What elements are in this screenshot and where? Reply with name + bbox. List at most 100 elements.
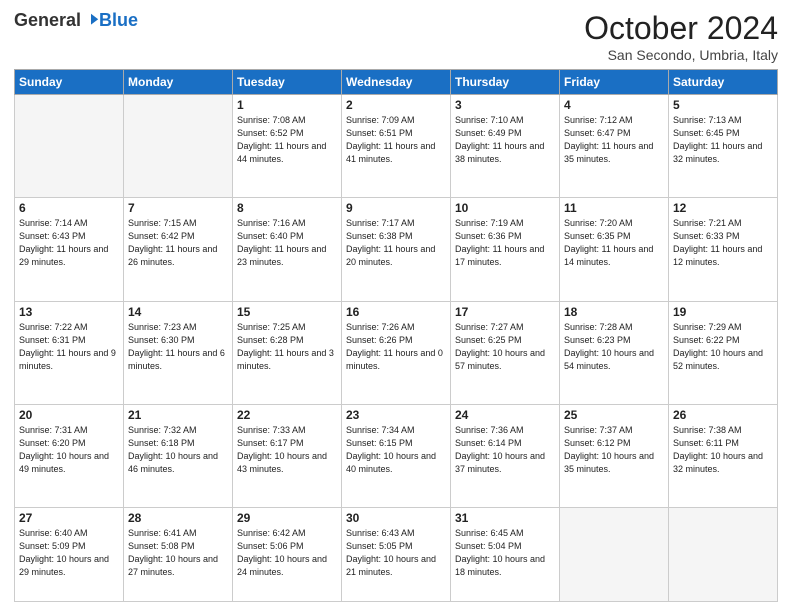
day-number: 25 [564,408,664,422]
day-info: Sunrise: 7:09 AM Sunset: 6:51 PM Dayligh… [346,114,446,166]
day-number: 20 [19,408,119,422]
day-info: Sunrise: 7:36 AM Sunset: 6:14 PM Dayligh… [455,424,555,476]
calendar-cell: 30 Sunrise: 6:43 AM Sunset: 5:05 PM Dayli… [342,508,451,602]
header-thursday: Thursday [451,70,560,95]
day-number: 11 [564,201,664,215]
calendar-cell: 7 Sunrise: 7:15 AM Sunset: 6:42 PM Daylig… [124,198,233,301]
calendar-week-row: 20 Sunrise: 7:31 AM Sunset: 6:20 PM Dayli… [15,404,778,507]
day-info: Sunrise: 7:25 AM Sunset: 6:28 PM Dayligh… [237,321,337,373]
calendar-cell [15,95,124,198]
header-friday: Friday [560,70,669,95]
calendar-week-row: 6Sunrise: 7:14 AM Sunset: 6:43 PM Daylig… [15,198,778,301]
calendar-cell: 4Sunrise: 7:12 AM Sunset: 6:47 PM Daylig… [560,95,669,198]
day-info: Sunrise: 6:43 AM Sunset: 5:05 PM Dayligh… [346,527,446,579]
day-info: Sunrise: 7:31 AM Sunset: 6:20 PM Dayligh… [19,424,119,476]
calendar-cell: 14 Sunrise: 7:23 AM Sunset: 6:30 PM Dayli… [124,301,233,404]
day-number: 2 [346,98,446,112]
calendar-cell: 25Sunrise: 7:37 AM Sunset: 6:12 PM Dayli… [560,404,669,507]
day-number: 14 [128,305,228,319]
header: General Blue October 2024 San Secondo, U… [14,10,778,63]
month-title: October 2024 [584,10,778,47]
calendar-cell: 5 Sunrise: 7:13 AM Sunset: 6:45 PM Daylig… [669,95,778,198]
day-info: Sunrise: 7:19 AM Sunset: 6:36 PM Dayligh… [455,217,555,269]
day-info: Sunrise: 7:10 AM Sunset: 6:49 PM Dayligh… [455,114,555,166]
header-tuesday: Tuesday [233,70,342,95]
logo-text: General Blue [14,10,138,31]
calendar-cell: 11Sunrise: 7:20 AM Sunset: 6:35 PM Dayli… [560,198,669,301]
day-info: Sunrise: 6:41 AM Sunset: 5:08 PM Dayligh… [128,527,228,579]
calendar-cell [560,508,669,602]
calendar-cell: 6Sunrise: 7:14 AM Sunset: 6:43 PM Daylig… [15,198,124,301]
logo-general: General [14,10,81,31]
day-number: 21 [128,408,228,422]
day-number: 31 [455,511,555,525]
day-info: Sunrise: 7:38 AM Sunset: 6:11 PM Dayligh… [673,424,773,476]
calendar-cell: 13 Sunrise: 7:22 AM Sunset: 6:31 PM Dayli… [15,301,124,404]
calendar-table: Sunday Monday Tuesday Wednesday Thursday… [14,69,778,602]
day-number: 30 [346,511,446,525]
day-number: 16 [346,305,446,319]
calendar-cell: 19 Sunrise: 7:29 AM Sunset: 6:22 PM Dayli… [669,301,778,404]
day-number: 26 [673,408,773,422]
logo-blue: Blue [99,10,138,31]
day-number: 3 [455,98,555,112]
day-number: 9 [346,201,446,215]
day-info: Sunrise: 7:33 AM Sunset: 6:17 PM Dayligh… [237,424,337,476]
weekday-header-row: Sunday Monday Tuesday Wednesday Thursday… [15,70,778,95]
calendar-cell: 24Sunrise: 7:36 AM Sunset: 6:14 PM Dayli… [451,404,560,507]
calendar-week-row: 27 Sunrise: 6:40 AM Sunset: 5:09 PM Dayli… [15,508,778,602]
location-subtitle: San Secondo, Umbria, Italy [584,47,778,63]
calendar-week-row: 1 Sunrise: 7:08 AM Sunset: 6:52 PM Daylig… [15,95,778,198]
day-info: Sunrise: 7:14 AM Sunset: 6:43 PM Dayligh… [19,217,119,269]
calendar-cell: 31 Sunrise: 6:45 AM Sunset: 5:04 PM Dayli… [451,508,560,602]
day-number: 22 [237,408,337,422]
day-info: Sunrise: 6:42 AM Sunset: 5:06 PM Dayligh… [237,527,337,579]
header-saturday: Saturday [669,70,778,95]
calendar-cell: 28 Sunrise: 6:41 AM Sunset: 5:08 PM Dayli… [124,508,233,602]
day-info: Sunrise: 7:17 AM Sunset: 6:38 PM Dayligh… [346,217,446,269]
day-info: Sunrise: 7:23 AM Sunset: 6:30 PM Dayligh… [128,321,228,373]
day-number: 12 [673,201,773,215]
calendar-week-row: 13 Sunrise: 7:22 AM Sunset: 6:31 PM Dayli… [15,301,778,404]
logo: General Blue [14,10,138,31]
header-wednesday: Wednesday [342,70,451,95]
day-number: 17 [455,305,555,319]
calendar-cell: 26 Sunrise: 7:38 AM Sunset: 6:11 PM Dayli… [669,404,778,507]
day-info: Sunrise: 7:15 AM Sunset: 6:42 PM Dayligh… [128,217,228,269]
calendar-cell: 23Sunrise: 7:34 AM Sunset: 6:15 PM Dayli… [342,404,451,507]
day-info: Sunrise: 7:16 AM Sunset: 6:40 PM Dayligh… [237,217,337,269]
day-number: 19 [673,305,773,319]
calendar-cell: 8 Sunrise: 7:16 AM Sunset: 6:40 PM Daylig… [233,198,342,301]
day-info: Sunrise: 6:45 AM Sunset: 5:04 PM Dayligh… [455,527,555,579]
day-info: Sunrise: 7:29 AM Sunset: 6:22 PM Dayligh… [673,321,773,373]
calendar-cell: 21Sunrise: 7:32 AM Sunset: 6:18 PM Dayli… [124,404,233,507]
calendar-cell [669,508,778,602]
day-number: 23 [346,408,446,422]
day-number: 5 [673,98,773,112]
day-number: 4 [564,98,664,112]
logo-flag-icon [82,12,100,30]
calendar-cell: 20 Sunrise: 7:31 AM Sunset: 6:20 PM Dayli… [15,404,124,507]
day-info: Sunrise: 7:22 AM Sunset: 6:31 PM Dayligh… [19,321,119,373]
calendar-cell: 16 Sunrise: 7:26 AM Sunset: 6:26 PM Dayli… [342,301,451,404]
day-info: Sunrise: 6:40 AM Sunset: 5:09 PM Dayligh… [19,527,119,579]
calendar-cell: 22 Sunrise: 7:33 AM Sunset: 6:17 PM Dayli… [233,404,342,507]
day-info: Sunrise: 7:28 AM Sunset: 6:23 PM Dayligh… [564,321,664,373]
day-number: 13 [19,305,119,319]
day-info: Sunrise: 7:13 AM Sunset: 6:45 PM Dayligh… [673,114,773,166]
calendar-cell: 3 Sunrise: 7:10 AM Sunset: 6:49 PM Daylig… [451,95,560,198]
day-info: Sunrise: 7:08 AM Sunset: 6:52 PM Dayligh… [237,114,337,166]
calendar-cell: 10 Sunrise: 7:19 AM Sunset: 6:36 PM Dayli… [451,198,560,301]
main-container: General Blue October 2024 San Secondo, U… [0,0,792,612]
day-number: 27 [19,511,119,525]
day-number: 1 [237,98,337,112]
day-number: 8 [237,201,337,215]
day-number: 7 [128,201,228,215]
day-info: Sunrise: 7:27 AM Sunset: 6:25 PM Dayligh… [455,321,555,373]
calendar-cell: 15Sunrise: 7:25 AM Sunset: 6:28 PM Dayli… [233,301,342,404]
day-number: 10 [455,201,555,215]
calendar-cell: 1 Sunrise: 7:08 AM Sunset: 6:52 PM Daylig… [233,95,342,198]
calendar-cell [124,95,233,198]
day-info: Sunrise: 7:26 AM Sunset: 6:26 PM Dayligh… [346,321,446,373]
day-number: 28 [128,511,228,525]
